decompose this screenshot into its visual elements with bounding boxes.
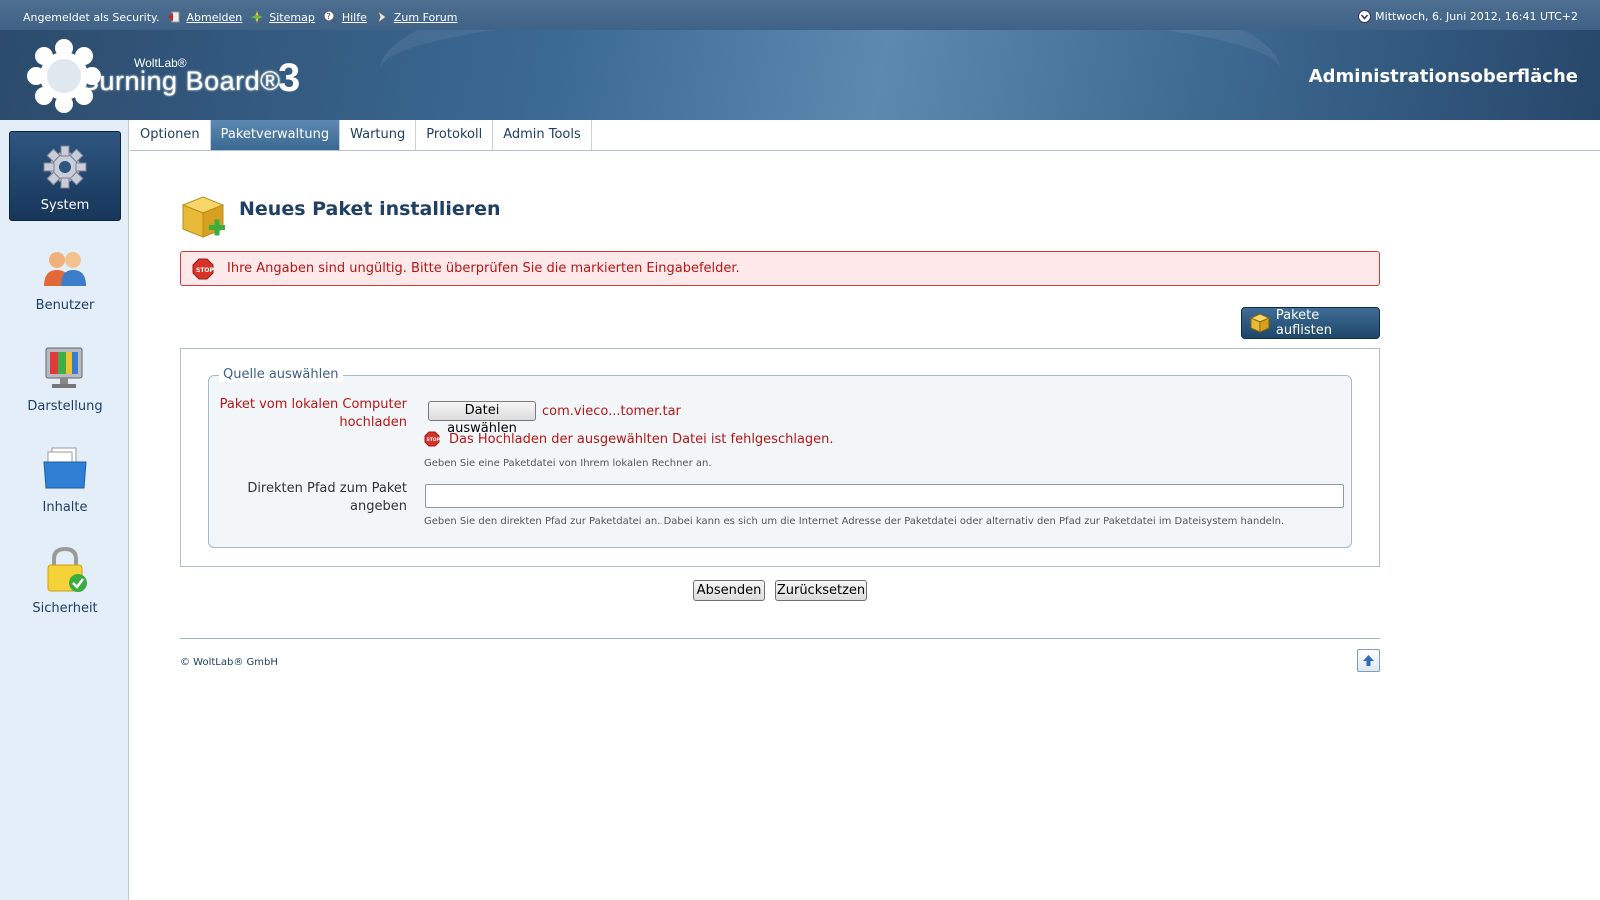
tab-maintenance[interactable]: Wartung [340,120,417,150]
tab-package-management[interactable]: Paketverwaltung [210,120,341,150]
upload-label-line2: hochladen [339,415,407,430]
gear-icon [43,145,87,189]
list-packages-button[interactable]: Pakete auflisten [1241,307,1380,339]
clock-icon [1358,10,1372,23]
admin-title: Administrationsoberfläche [1308,66,1578,87]
sidebar-item-label: System [40,198,90,213]
sidebar-item-content[interactable]: Inhalte [9,434,121,524]
stop-icon: STOP [192,258,214,279]
svg-text:?: ? [326,12,330,21]
sitemap-link[interactable]: Sitemap [250,10,315,24]
tab-log[interactable]: Protokoll [416,120,494,150]
sidebar: System Benutzer Darstellung Inhalte Sich… [0,120,129,900]
datetime-display: Mittwoch, 6. Juni 2012, 16:41 UTC+2 [1358,10,1578,23]
logo-product: Burning Board® [81,66,281,96]
footer-divider [180,638,1380,639]
help-link-label[interactable]: Hilfe [342,11,367,24]
path-label-line2: angeben [350,499,407,514]
forum-link[interactable]: Zum Forum [375,10,458,24]
logout-link-label[interactable]: Abmelden [186,11,242,24]
header-decoration [380,30,1280,120]
upload-field-label: Paket vom lokalen Computer hochladen [219,396,407,432]
svg-text:STOP: STOP [427,437,441,443]
sitemap-icon [251,11,264,23]
path-field-label: Direkten Pfad zum Paket angeben [219,480,407,516]
logout-link[interactable]: Abmelden [167,10,242,24]
help-icon: ? [323,10,337,24]
upload-label-line1: Paket vom lokalen Computer [219,397,407,412]
sidebar-item-users[interactable]: Benutzer [9,232,121,322]
tab-bar: Optionen Paketverwaltung Wartung Protoko… [130,120,1600,151]
help-link[interactable]: ? Hilfe [323,10,367,24]
selected-file-name: com.vieco...tomer.tar [542,404,681,419]
package-add-icon [181,196,225,238]
tab-options[interactable]: Optionen [130,120,211,150]
monitor-icon [45,347,83,388]
users-icon [44,252,86,286]
stop-icon: STOP [424,431,440,447]
submit-button[interactable]: Absenden [693,580,765,601]
upload-hint: Geben Sie eine Paketdatei von Ihrem loka… [424,458,712,469]
package-icon [1250,313,1270,333]
reset-button[interactable]: Zurücksetzen [775,580,867,601]
sidebar-item-label: Benutzer [35,298,95,313]
sidebar-item-system[interactable]: System [9,131,121,221]
sidebar-item-label: Inhalte [42,500,88,515]
copyright-text: © WoltLab® GmbH [180,657,278,668]
logged-in-text: Angemeldet als Security. [23,10,160,24]
sidebar-item-label: Sicherheit [32,601,98,616]
tab-admin-tools[interactable]: Admin Tools [493,120,592,150]
arrow-up-icon [1363,655,1374,666]
sidebar-item-label: Darstellung [27,399,103,414]
scroll-to-top-button[interactable] [1357,649,1380,672]
upload-error-text: Das Hochladen der ausgewählten Datei ist… [449,431,834,447]
upload-error: STOP Das Hochladen der ausgewählten Date… [424,431,834,447]
svg-text:STOP: STOP [196,267,214,274]
burning-board-logo[interactable]: WoltLab® Burning Board® 3 [26,38,326,114]
path-hint: Geben Sie den direkten Pfad zur Paketdat… [424,516,1285,527]
choose-file-button[interactable]: Datei auswählen [428,401,536,436]
lock-icon [47,546,87,592]
logo-version: 3 [278,56,301,100]
package-path-input[interactable] [425,484,1344,508]
page-heading: Neues Paket installieren [181,195,501,241]
header-banner: WoltLab® Burning Board® 3 Administration… [0,30,1600,120]
source-fieldset: Quelle auswählen Paket vom lokalen Compu… [208,367,1352,548]
list-packages-label: Pakete auflisten [1275,308,1333,338]
path-label-line1: Direkten Pfad zum Paket [247,481,407,496]
error-message-text: Ihre Angaben sind ungültig. Bitte überpr… [227,261,740,276]
datetime-text: Mittwoch, 6. Juni 2012, 16:41 UTC+2 [1375,10,1578,23]
user-bar: Angemeldet als Security. Abmelden Sitema… [23,10,457,24]
forum-icon [376,10,387,24]
logout-icon [168,11,180,23]
error-message-box: STOP Ihre Angaben sind ungültig. Bitte ü… [180,251,1380,286]
folder-icon [43,447,87,489]
sidebar-item-appearance[interactable]: Darstellung [9,333,121,423]
sitemap-link-label[interactable]: Sitemap [269,11,315,24]
sidebar-item-security[interactable]: Sicherheit [9,535,121,625]
install-form-container: Quelle auswählen Paket vom lokalen Compu… [180,348,1380,567]
forum-link-label[interactable]: Zum Forum [394,11,458,24]
fieldset-legend: Quelle auswählen [219,367,343,382]
page-title: Neues Paket installieren [239,198,501,220]
top-bar: Angemeldet als Security. Abmelden Sitema… [0,0,1600,30]
